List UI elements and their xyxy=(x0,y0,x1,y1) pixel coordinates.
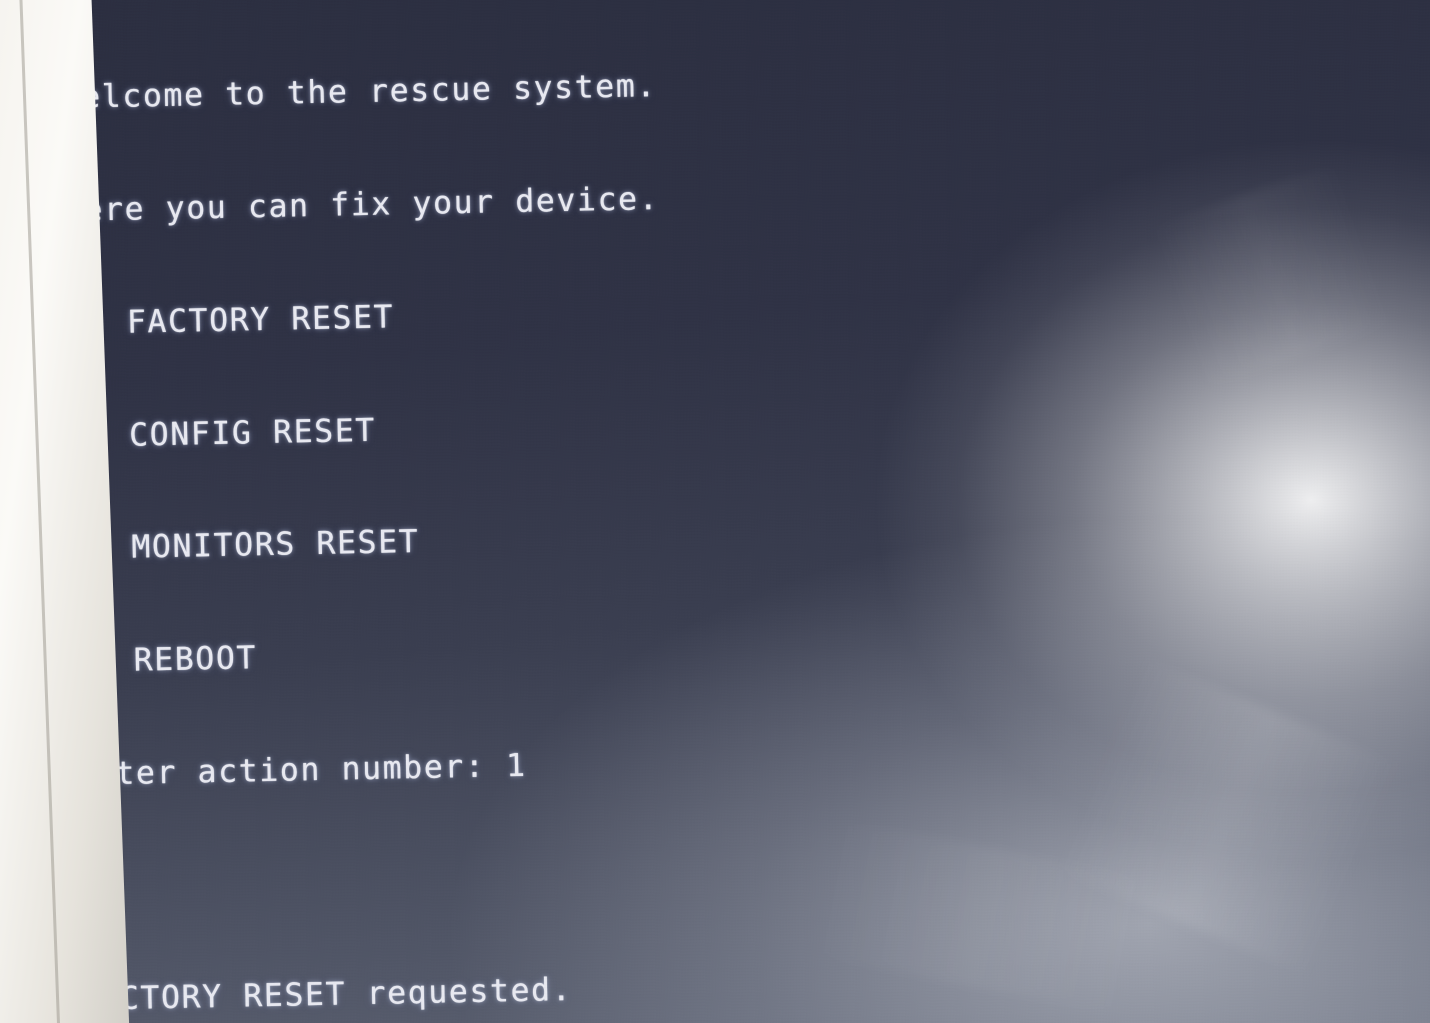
console-line-welcome: Welcome to the rescue system. xyxy=(60,68,658,117)
screen-panel: Welcome to the rescue system. Here you c… xyxy=(10,0,1430,1023)
menu-item-reboot[interactable]: 4) REBOOT xyxy=(72,626,957,681)
menu-item-config-reset[interactable]: 2) CONFIG RESET xyxy=(67,401,952,456)
monitor-photograph: Welcome to the rescue system. Here you c… xyxy=(0,0,1430,1023)
console-line-subtitle: Here you can fix your device. xyxy=(62,180,660,229)
menu-item-monitors-reset[interactable]: 3) MONITORS RESET xyxy=(69,513,954,568)
menu-item-factory-reset[interactable]: 1) FACTORY RESET xyxy=(65,288,950,343)
factory-reset-requested: FACTORY RESET requested. xyxy=(78,972,573,1019)
console-output: Welcome to the rescue system. Here you c… xyxy=(59,0,1001,1023)
action-number-prompt[interactable]: Enter action number: 1 xyxy=(74,739,959,794)
